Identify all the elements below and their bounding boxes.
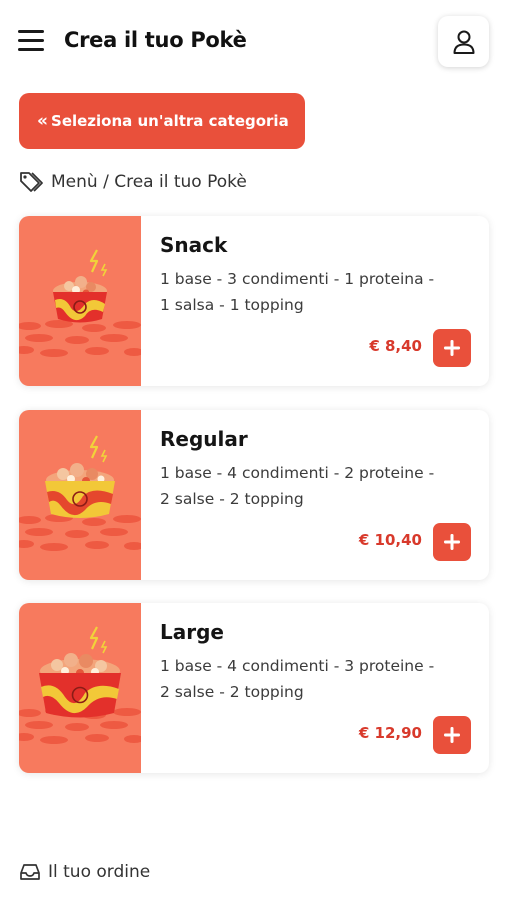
add-to-cart-button[interactable] (433, 523, 471, 561)
user-icon (453, 30, 474, 54)
product-name: Snack (160, 233, 228, 257)
plus-icon (444, 727, 460, 743)
app-header: Crea il tuo Pokè (0, 0, 507, 84)
page-title: Crea il tuo Pokè (64, 28, 247, 52)
your-order-label: Il tuo ordine (48, 862, 151, 882)
plus-icon (444, 534, 460, 550)
breadcrumb: Menù / Crea il tuo Pokè (19, 170, 247, 194)
your-order-link[interactable]: Il tuo ordine (19, 860, 150, 884)
product-image-regular (19, 410, 141, 580)
add-to-cart-button[interactable] (433, 716, 471, 754)
product-price: € 8,40 (369, 337, 422, 355)
product-card-regular[interactable]: Regular 1 base - 4 condimenti - 2 protei… (19, 410, 489, 580)
product-price: € 12,90 (358, 724, 422, 742)
hamburger-menu-icon[interactable] (18, 30, 44, 52)
plus-icon (444, 340, 460, 356)
tag-icon (20, 172, 43, 192)
double-chevron-left-icon: ‹‹ (37, 111, 48, 131)
product-description: 1 base - 3 condimenti - 1 proteina - 1 s… (160, 270, 435, 314)
select-other-category-label: Seleziona un'altra categoria (51, 112, 289, 130)
product-description: 1 base - 4 condimenti - 3 proteine - 2 s… (160, 657, 435, 701)
product-image-large (19, 603, 141, 773)
product-description: 1 base - 4 condimenti - 2 proteine - 2 s… (160, 464, 435, 508)
product-card-large[interactable]: Large 1 base - 4 condimenti - 3 proteine… (19, 603, 489, 773)
select-other-category-button[interactable]: ‹‹ Seleziona un'altra categoria (19, 93, 305, 149)
inbox-tray-icon (20, 864, 40, 880)
user-account-button[interactable] (438, 16, 489, 67)
product-card-snack[interactable]: Snack 1 base - 3 condimenti - 1 proteina… (19, 216, 489, 386)
add-to-cart-button[interactable] (433, 329, 471, 367)
product-name: Large (160, 620, 224, 644)
product-name: Regular (160, 427, 248, 451)
breadcrumb-text: Menù / Crea il tuo Pokè (51, 172, 247, 192)
product-price: € 10,40 (358, 531, 422, 549)
product-image-snack (19, 216, 141, 386)
